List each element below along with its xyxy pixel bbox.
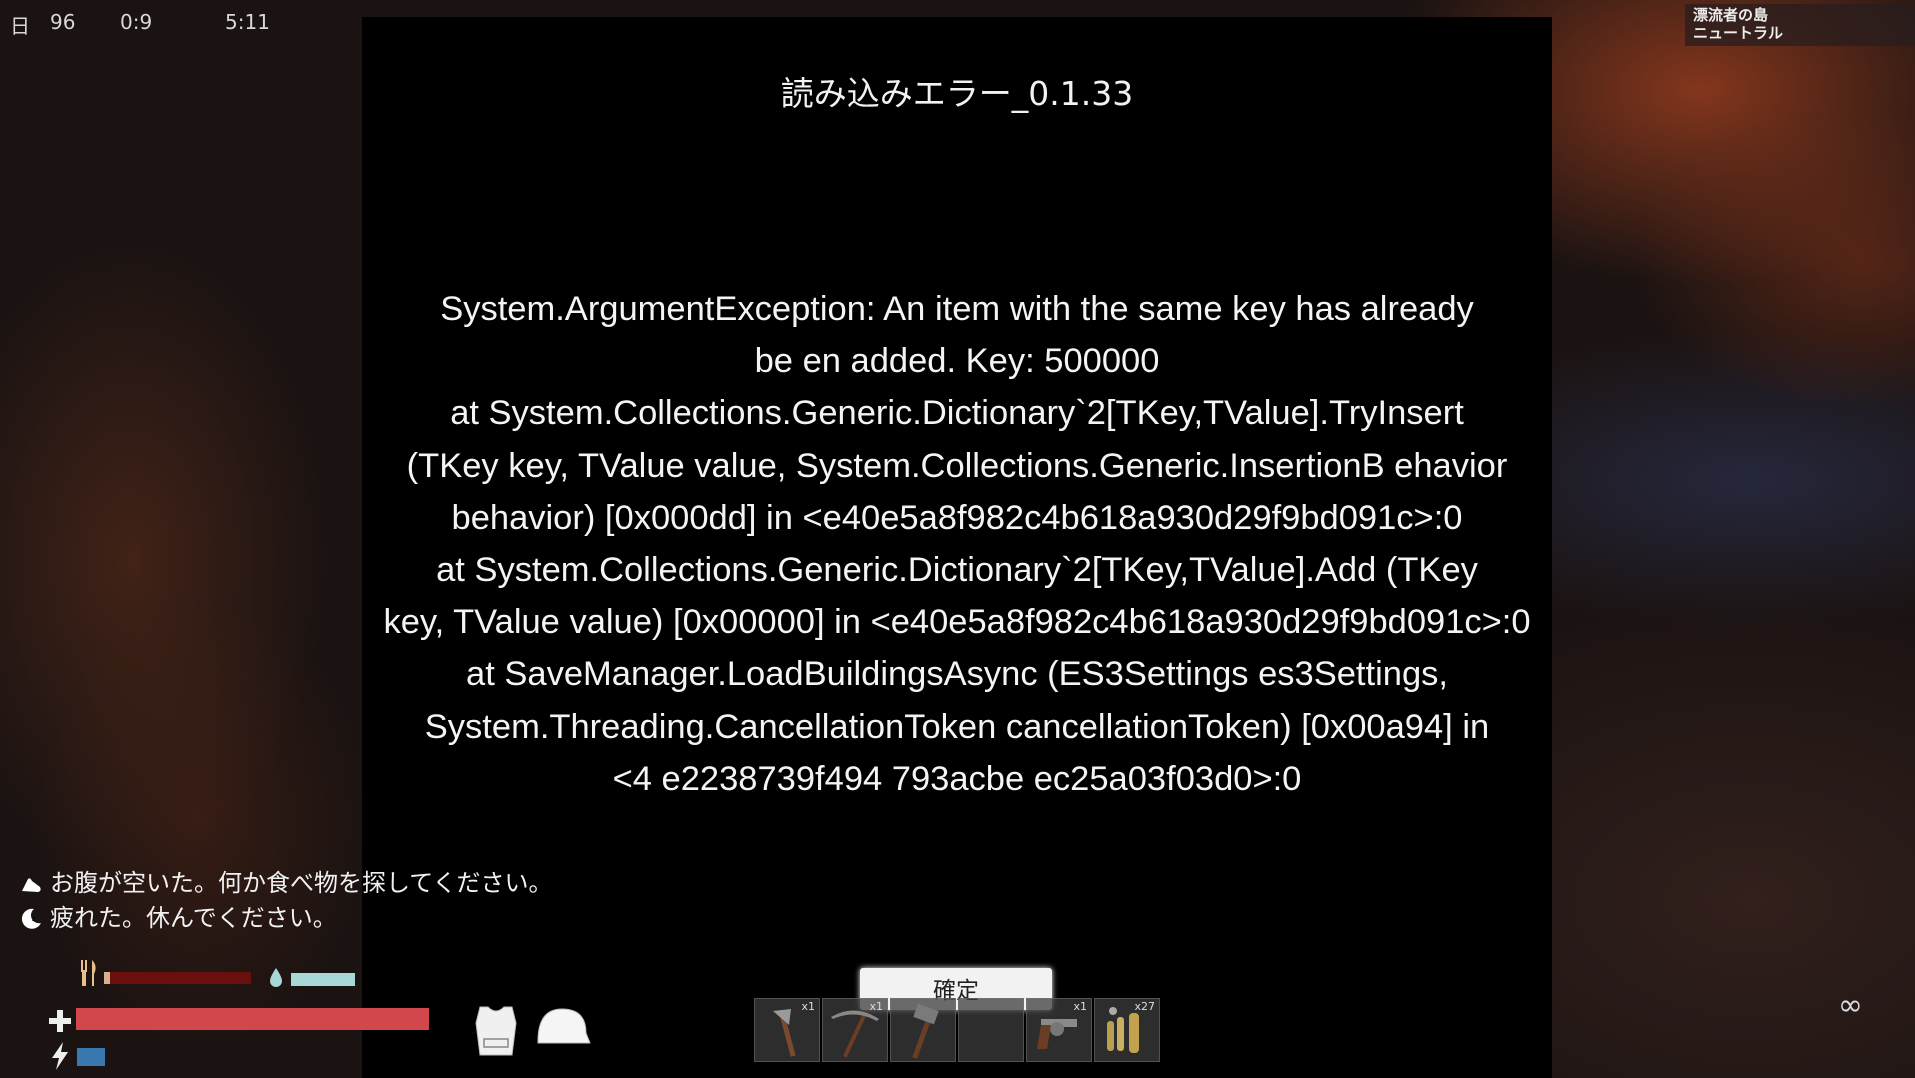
- error-line: be en added. Key: 500000: [754, 342, 1160, 381]
- error-line: at SaveManager.LoadBuildingsAsync (ES3Se…: [466, 655, 1448, 694]
- stomach-icon: [22, 877, 41, 892]
- moon-sleep-icon: z: [21, 908, 41, 929]
- fatigue-message-text: 疲れた。休んでください。: [50, 904, 337, 932]
- error-line: (TKey key, TValue value, System.Collecti…: [406, 446, 1508, 485]
- water-bar-fill: [291, 973, 355, 986]
- top-hud: 日 96 0:9 5:11: [10, 10, 270, 39]
- vest-icon[interactable]: [472, 1003, 520, 1059]
- hunger-message-text: お腹が空いた。何か食べ物を探してください。: [50, 869, 553, 897]
- slot-quantity: x1: [869, 1000, 883, 1013]
- fatigue-message: z 疲れた。休んでください。: [18, 901, 553, 936]
- fork-knife-icon: [81, 960, 96, 986]
- error-line: at System.Collections.Generic.Dictionary…: [450, 394, 1464, 433]
- hotbar: x1 x1 x1 x27: [754, 998, 1162, 1062]
- hotbar-slot-2[interactable]: x1: [822, 998, 888, 1062]
- error-line: at System.Collections.Generic.Dictionary…: [436, 551, 1478, 590]
- error-message: System.ArgumentException: An item with t…: [362, 283, 1552, 805]
- slot-quantity: x1: [801, 1000, 815, 1013]
- lightning-icon: [52, 1042, 68, 1070]
- error-line: key, TValue value) [0x00000] in <e40e5a8…: [383, 603, 1531, 642]
- energy-bar-fill: [77, 1048, 105, 1066]
- slot-quantity: x27: [1134, 1000, 1155, 1013]
- hotbar-slot-3[interactable]: [890, 998, 956, 1062]
- error-line: System.Threading.CancellationToken cance…: [424, 707, 1490, 746]
- helmet-icon[interactable]: [532, 1003, 592, 1053]
- food-bar-track: [104, 972, 251, 984]
- hotbar-slot-6[interactable]: x27: [1094, 998, 1160, 1062]
- error-line: behavior) [0x000dd] in <e40e5a8f982c4b61…: [451, 498, 1463, 537]
- hotbar-slot-4[interactable]: [958, 998, 1024, 1062]
- hotbar-slot-5[interactable]: x1: [1026, 998, 1092, 1062]
- hotbar-slot-1[interactable]: x1: [754, 998, 820, 1062]
- hammer-icon: [912, 1003, 939, 1059]
- region-status: ニュートラル: [1693, 24, 1784, 42]
- game-clock: 0:9: [120, 10, 153, 34]
- health-cross-icon: [49, 1010, 71, 1032]
- water-drop-icon: [270, 968, 282, 987]
- error-line: System.ArgumentException: An item with t…: [440, 290, 1474, 328]
- hunger-message: お腹が空いた。何か食べ物を探してください。: [18, 866, 553, 901]
- day-count: 96: [50, 10, 76, 34]
- slot-quantity: x1: [1073, 1000, 1087, 1013]
- ammo-infinity: ∞: [1838, 988, 1863, 1023]
- error-line: <4 e2238739f494 793acbe ec25a03f03d0>:0: [612, 759, 1302, 798]
- day-label: 日: [10, 14, 30, 38]
- health-bar-fill: [76, 1008, 429, 1030]
- svg-text:z: z: [32, 915, 36, 923]
- session-time: 5:11: [225, 10, 270, 34]
- status-messages: お腹が空いた。何か食べ物を探してください。 z 疲れた。休んでください。: [18, 866, 553, 936]
- food-bar-fill: [104, 972, 110, 984]
- region-name: 漂流者の島: [1693, 6, 1769, 24]
- region-indicator: 漂流者の島 ニュートラル: [1685, 4, 1915, 46]
- dialog-title: 読み込みエラー_0.1.33: [780, 74, 1134, 113]
